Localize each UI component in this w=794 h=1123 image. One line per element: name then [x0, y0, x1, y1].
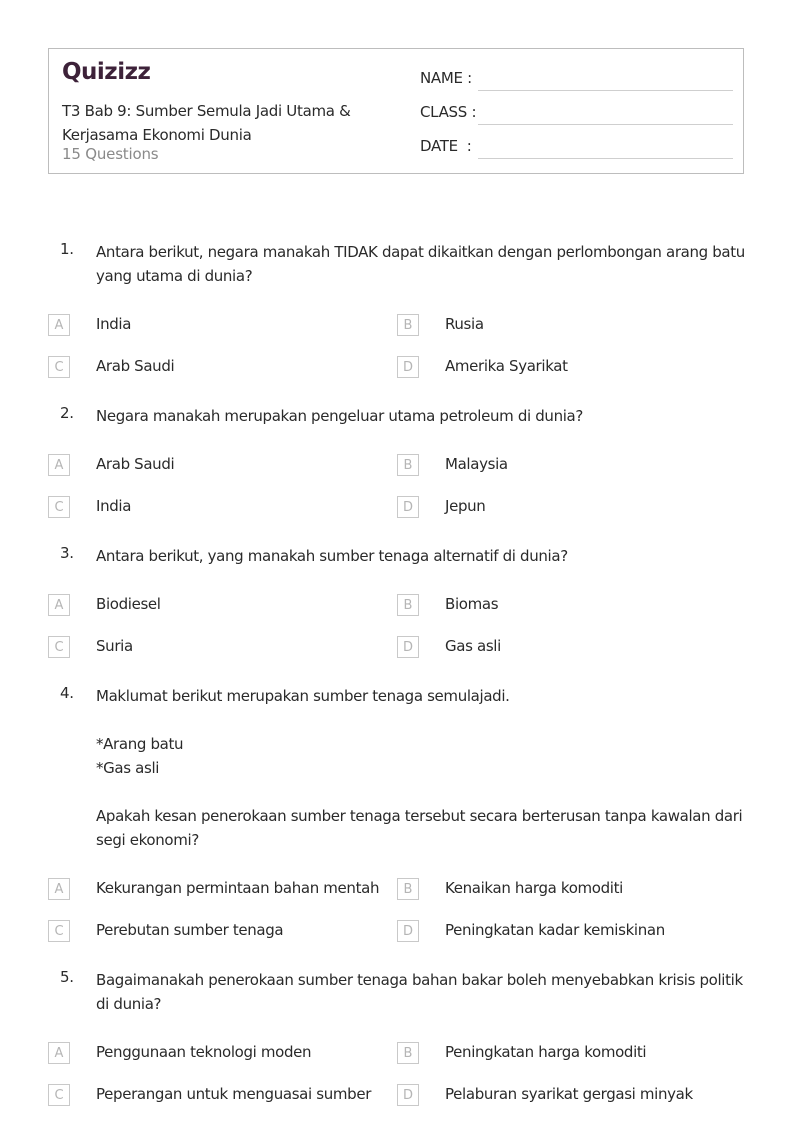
option-text: Kekurangan permintaan bahan mentah	[96, 879, 380, 897]
option-letter-box: D	[397, 636, 419, 658]
option-text: Peperangan untuk menguasai sumber	[96, 1085, 372, 1103]
option-text: Peningkatan harga komoditi	[445, 1043, 647, 1061]
question-number: 1.	[60, 240, 74, 258]
option-letter-box: C	[48, 636, 70, 658]
class-line[interactable]	[478, 124, 733, 125]
option-text: Penggunaan teknologi moden	[96, 1043, 312, 1061]
option-letter-box: C	[48, 356, 70, 378]
option-text: Jepun	[445, 497, 486, 515]
option-text: Arab Saudi	[96, 357, 175, 375]
option-letter-box: A	[48, 454, 70, 476]
quizizz-logo: Quizizz	[62, 59, 151, 85]
option-letter-box: A	[48, 594, 70, 616]
worksheet-header: Quizizz T3 Bab 9: Sumber Semula Jadi Uta…	[48, 48, 744, 174]
option-letter-box: A	[48, 878, 70, 900]
name-line[interactable]	[478, 90, 733, 91]
option-text: Pelaburan syarikat gergasi minyak	[445, 1085, 693, 1103]
option-text: Gas asli	[445, 637, 501, 655]
question-text: Bagaimanakah penerokaan sumber tenaga ba…	[96, 971, 743, 1013]
worksheet-title: T3 Bab 9: Sumber Semula Jadi Utama & Ker…	[62, 102, 351, 144]
class-label: CLASS :	[420, 103, 477, 121]
option-letter-box: C	[48, 496, 70, 518]
option-letter-box: B	[397, 454, 419, 476]
option-text: Malaysia	[445, 455, 508, 473]
option-letter-box: D	[397, 356, 419, 378]
option-letter-box: B	[397, 878, 419, 900]
name-label: NAME :	[420, 69, 472, 87]
option-letter-box: B	[397, 314, 419, 336]
option-text: Perebutan sumber tenaga	[96, 921, 284, 939]
option-text: Biodiesel	[96, 595, 161, 613]
option-letter-box: C	[48, 920, 70, 942]
question-number: 2.	[60, 404, 74, 422]
option-text: Arab Saudi	[96, 455, 175, 473]
option-letter-box: B	[397, 594, 419, 616]
option-letter-box: D	[397, 496, 419, 518]
question-text: Negara manakah merupakan pengeluar utama…	[96, 407, 584, 425]
option-letter-box: B	[397, 1042, 419, 1064]
question-text: Maklumat berikut merupakan sumber tenaga…	[96, 687, 743, 849]
option-text: Peningkatan kadar kemiskinan	[445, 921, 665, 939]
date-line[interactable]	[478, 158, 733, 159]
option-letter-box: D	[397, 920, 419, 942]
option-letter-box: C	[48, 1084, 70, 1106]
option-text: India	[96, 497, 132, 515]
question-text: Antara berikut, yang manakah sumber tena…	[96, 547, 568, 565]
option-text: Biomas	[445, 595, 499, 613]
question-number: 5.	[60, 968, 74, 986]
date-label: DATE :	[420, 137, 472, 155]
question-number: 3.	[60, 544, 74, 562]
question-number: 4.	[60, 684, 74, 702]
option-text: Suria	[96, 637, 133, 655]
option-letter-box: A	[48, 1042, 70, 1064]
option-text: Amerika Syarikat	[445, 357, 568, 375]
option-text: India	[96, 315, 132, 333]
option-letter-box: D	[397, 1084, 419, 1106]
option-text: Rusia	[445, 315, 484, 333]
question-count: 15 Questions	[62, 145, 159, 163]
question-text: Antara berikut, negara manakah TIDAK dap…	[96, 243, 745, 285]
option-letter-box: A	[48, 314, 70, 336]
option-text: Kenaikan harga komoditi	[445, 879, 623, 897]
